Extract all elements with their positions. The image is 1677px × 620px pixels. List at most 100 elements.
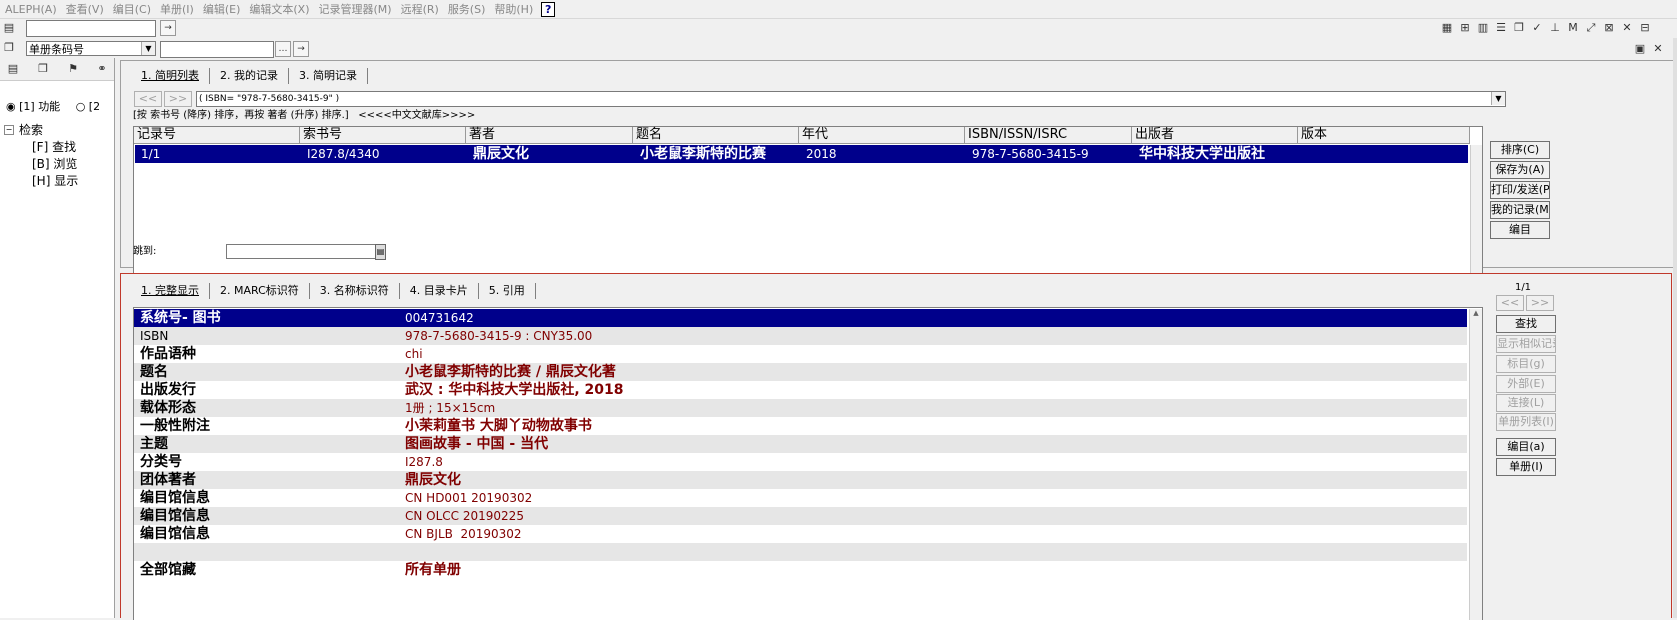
- field-value[interactable]: 武汉 : 华中科技大学出版社, 2018: [405, 381, 624, 399]
- chevron-down-icon[interactable]: ▼: [1491, 92, 1505, 105]
- barcode-input[interactable]: [160, 41, 274, 58]
- chevron-down-icon[interactable]: ▼: [141, 42, 155, 55]
- menu-items[interactable]: 单册(I): [160, 1, 194, 17]
- command-input[interactable]: [26, 20, 156, 37]
- list-icon[interactable]: ☰: [1494, 21, 1508, 35]
- pages-tab-icon[interactable]: ❐: [36, 62, 50, 76]
- prev-record-button[interactable]: <<: [1496, 295, 1524, 311]
- book-toolbar-icon[interactable]: ▤: [2, 21, 16, 35]
- col-header-call-no[interactable]: 索书号: [300, 127, 466, 143]
- field-row-cataloging-1[interactable]: 编目馆信息 CN HD001 20190302: [134, 489, 1467, 507]
- field-row-isbn[interactable]: ISBN 978-7-5680-3415-9 : CNY35.00: [134, 327, 1467, 345]
- radio-other-icon[interactable]: ○: [76, 100, 86, 113]
- field-row-holdings[interactable]: 全部馆藏 所有单册: [134, 561, 1467, 579]
- field-row-language[interactable]: 作品语种 chi: [134, 345, 1467, 363]
- field-value[interactable]: 所有单册: [405, 561, 461, 579]
- col-header-publisher[interactable]: 出版者: [1132, 127, 1298, 143]
- item-list-button[interactable]: 单册列表(I): [1496, 413, 1556, 431]
- field-row-corporate-author[interactable]: 团体著者 鼎辰文化: [134, 471, 1467, 489]
- radio-function-label[interactable]: [1] 功能: [19, 100, 60, 113]
- tab-marc-tags[interactable]: 2. MARC标识符: [210, 283, 310, 299]
- columns-icon[interactable]: ▥: [1476, 21, 1490, 35]
- marc-icon[interactable]: M: [1566, 21, 1580, 35]
- record-icon[interactable]: ▦: [1440, 21, 1454, 35]
- menu-aleph[interactable]: ALEPH(A): [5, 3, 57, 16]
- tree-item-find[interactable]: [F] 查找: [4, 138, 114, 155]
- tab-full-display[interactable]: 1. 完整显示: [131, 283, 210, 299]
- tab-name-tags[interactable]: 3. 名称标识符: [310, 283, 400, 299]
- check-icon[interactable]: ✓: [1530, 21, 1544, 35]
- menu-catalog[interactable]: 编目(C): [113, 1, 151, 17]
- field-row-sysno[interactable]: 系统号- 图书 004731642: [134, 309, 1467, 327]
- my-records-button[interactable]: 我的记录(M): [1490, 201, 1550, 219]
- menu-edit[interactable]: 编辑(E): [203, 1, 241, 17]
- catalog-button[interactable]: 编目: [1490, 221, 1550, 239]
- col-header-edition[interactable]: 版本: [1298, 127, 1470, 143]
- tree-item-display[interactable]: [H] 显示: [4, 172, 114, 189]
- tab-my-records[interactable]: 2. 我的记录: [210, 68, 289, 84]
- link-icon[interactable]: ⊥: [1548, 21, 1562, 35]
- search-type-select[interactable]: 单册条码号 ▼: [26, 41, 156, 56]
- scroll-up-icon[interactable]: ▲: [1470, 309, 1482, 317]
- catalog-edit-button[interactable]: 编目(a): [1496, 438, 1556, 456]
- external-button[interactable]: 外部(E): [1496, 375, 1556, 393]
- field-value[interactable]: 小茉莉童书 大脚丫动物故事书: [405, 417, 592, 435]
- sort-button[interactable]: 排序(C): [1490, 141, 1550, 159]
- print-send-button[interactable]: 打印/发送(P): [1490, 181, 1550, 199]
- field-row-title[interactable]: 题名 小老鼠李斯特的比赛 / 鼎辰文化著: [134, 363, 1467, 381]
- help-icon[interactable]: ?: [541, 1, 556, 17]
- menu-help[interactable]: 帮助(H): [494, 1, 533, 17]
- headings-button[interactable]: 标目(g): [1496, 355, 1556, 373]
- col-header-record-no[interactable]: 记录号: [134, 127, 300, 143]
- col-header-year[interactable]: 年代: [799, 127, 965, 143]
- close-icon[interactable]: ✕: [1620, 21, 1634, 35]
- tab-brief-record[interactable]: 3. 简明记录: [289, 68, 368, 84]
- window-icon[interactable]: ▣: [1633, 42, 1647, 56]
- field-value[interactable]: 鼎辰文化: [405, 471, 461, 489]
- menu-services[interactable]: 服务(S): [448, 1, 486, 17]
- tree-icon[interactable]: ⊞: [1458, 21, 1472, 35]
- menu-view[interactable]: 查看(V): [66, 1, 104, 17]
- expand-icon[interactable]: ⤢: [1584, 21, 1598, 35]
- copy-icon[interactable]: ❐: [1512, 21, 1526, 35]
- field-row-classification[interactable]: 分类号 I287.8: [134, 453, 1467, 471]
- collapse-icon[interactable]: −: [4, 124, 14, 135]
- grid-icon[interactable]: ⊠: [1602, 21, 1616, 35]
- jump-lookup-icon[interactable]: ▤: [375, 244, 386, 260]
- flag-tab-icon[interactable]: ⚑: [66, 62, 80, 76]
- tab-brief-list[interactable]: 1. 简明列表: [131, 68, 210, 84]
- binoculars-tab-icon[interactable]: ⚭: [95, 62, 109, 76]
- table-row[interactable]: 1/1 I287.8/4340 鼎辰文化 小老鼠李斯特的比赛 2018 978-…: [135, 145, 1468, 163]
- field-value[interactable]: 图画故事 - 中国 - 当代: [405, 435, 548, 453]
- save-as-button[interactable]: 保存为(A): [1490, 161, 1550, 179]
- field-row-cataloging-2[interactable]: 编目馆信息 CN OLCC 20190225: [134, 507, 1467, 525]
- radio-other-label[interactable]: [2: [89, 100, 100, 113]
- field-value[interactable]: 小老鼠李斯特的比赛 / 鼎辰文化著: [405, 363, 616, 381]
- split-icon[interactable]: ⊟: [1638, 21, 1652, 35]
- next-page-button[interactable]: >>: [164, 91, 192, 107]
- next-record-button[interactable]: >>: [1526, 295, 1554, 311]
- tab-catalog-card[interactable]: 4. 目录卡片: [400, 283, 479, 299]
- col-header-isbn[interactable]: ISBN/ISSN/ISRC: [965, 127, 1132, 143]
- col-header-title[interactable]: 题名: [633, 127, 799, 143]
- close-icon[interactable]: ✕: [1651, 42, 1665, 56]
- query-select[interactable]: ( ISBN= "978-7-5680-3415-9" ) ▼: [196, 91, 1506, 107]
- menu-remote[interactable]: 远程(R): [401, 1, 439, 17]
- jump-input[interactable]: [226, 244, 376, 259]
- go-arrow-icon[interactable]: →: [293, 41, 309, 57]
- tree-item-browse[interactable]: [B] 浏览: [4, 155, 114, 172]
- menu-record-manager[interactable]: 记录管理器(M): [319, 1, 392, 17]
- field-row-note[interactable]: 一般性附注 小茉莉童书 大脚丫动物故事书: [134, 417, 1467, 435]
- show-similar-button[interactable]: 显示相似记录(: [1496, 335, 1556, 353]
- col-header-author[interactable]: 著者: [466, 127, 633, 143]
- link-button[interactable]: 连接(L): [1496, 394, 1556, 412]
- field-row-publication[interactable]: 出版发行 武汉 : 华中科技大学出版社, 2018: [134, 381, 1467, 399]
- field-row-physical[interactable]: 载体形态 1册 ; 15×15cm: [134, 399, 1467, 417]
- page-icon[interactable]: ❐: [2, 41, 16, 55]
- go-arrow-icon[interactable]: →: [160, 20, 176, 36]
- find-button[interactable]: 查找: [1496, 315, 1556, 333]
- field-row-subject[interactable]: 主题 图画故事 - 中国 - 当代: [134, 435, 1467, 453]
- tab-citation[interactable]: 5. 引用: [479, 283, 536, 299]
- field-row-cataloging-3[interactable]: 编目馆信息 CN BJLB 20190302: [134, 525, 1467, 543]
- tree-root[interactable]: − 检索: [4, 121, 114, 138]
